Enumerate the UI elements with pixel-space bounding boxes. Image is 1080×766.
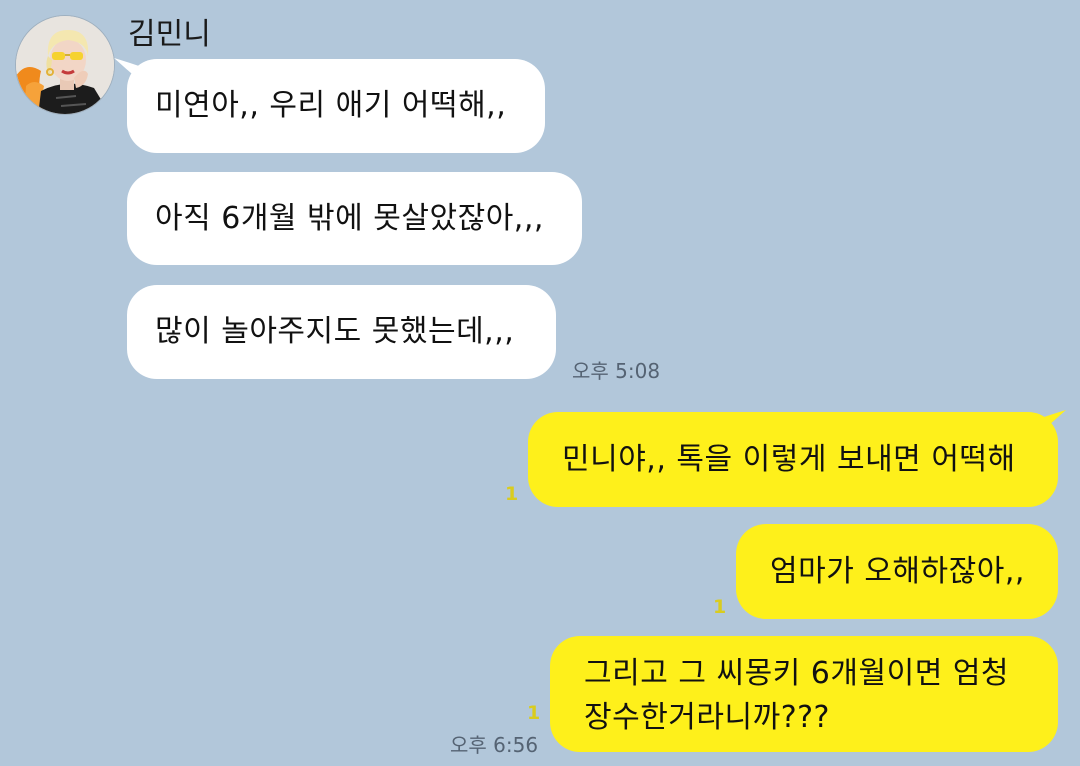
outgoing-message-bubble[interactable]: 민니야,, 톡을 이렇게 보내면 어떡해 xyxy=(528,412,1058,507)
incoming-message-bubble[interactable]: 미연아,, 우리 애기 어떡해,, xyxy=(127,59,545,153)
incoming-message-bubble[interactable]: 많이 놀아주지도 못했는데,,, xyxy=(127,285,556,379)
unread-count: 1 xyxy=(527,702,541,724)
unread-count: 1 xyxy=(713,596,727,618)
message-timestamp: 오후 5:08 xyxy=(572,359,661,383)
message-text: 엄마가 오해하잖아,, xyxy=(770,553,1025,589)
profile-avatar-icon xyxy=(16,16,114,114)
message-text-line: 장수한거라니까??? xyxy=(584,700,830,735)
message-text: 민니야,, 톡을 이렇게 보내면 어떡해 xyxy=(562,441,1016,477)
outgoing-message-bubble[interactable]: 엄마가 오해하잖아,, xyxy=(736,524,1058,619)
message-text-block: 그리고 그 씨몽키 6개월이면 엄청 장수한거라니까??? xyxy=(584,652,1009,740)
sender-name: 김민니 xyxy=(128,17,211,52)
message-text-line: 그리고 그 씨몽키 6개월이면 엄청 xyxy=(584,656,1010,691)
message-timestamp: 오후 6:56 xyxy=(450,733,539,757)
sender-avatar[interactable] xyxy=(15,15,115,115)
outgoing-message-bubble[interactable]: 그리고 그 씨몽키 6개월이면 엄청 장수한거라니까??? xyxy=(550,636,1058,752)
message-text: 미연아,, 우리 애기 어떡해,, xyxy=(155,88,507,123)
message-text: 많이 놀아주지도 못했는데,,, xyxy=(155,314,515,349)
unread-count: 1 xyxy=(505,483,519,505)
incoming-message-bubble[interactable]: 아직 6개월 밖에 못살았잖아,,, xyxy=(127,172,582,265)
message-text: 아직 6개월 밖에 못살았잖아,,, xyxy=(155,200,544,236)
